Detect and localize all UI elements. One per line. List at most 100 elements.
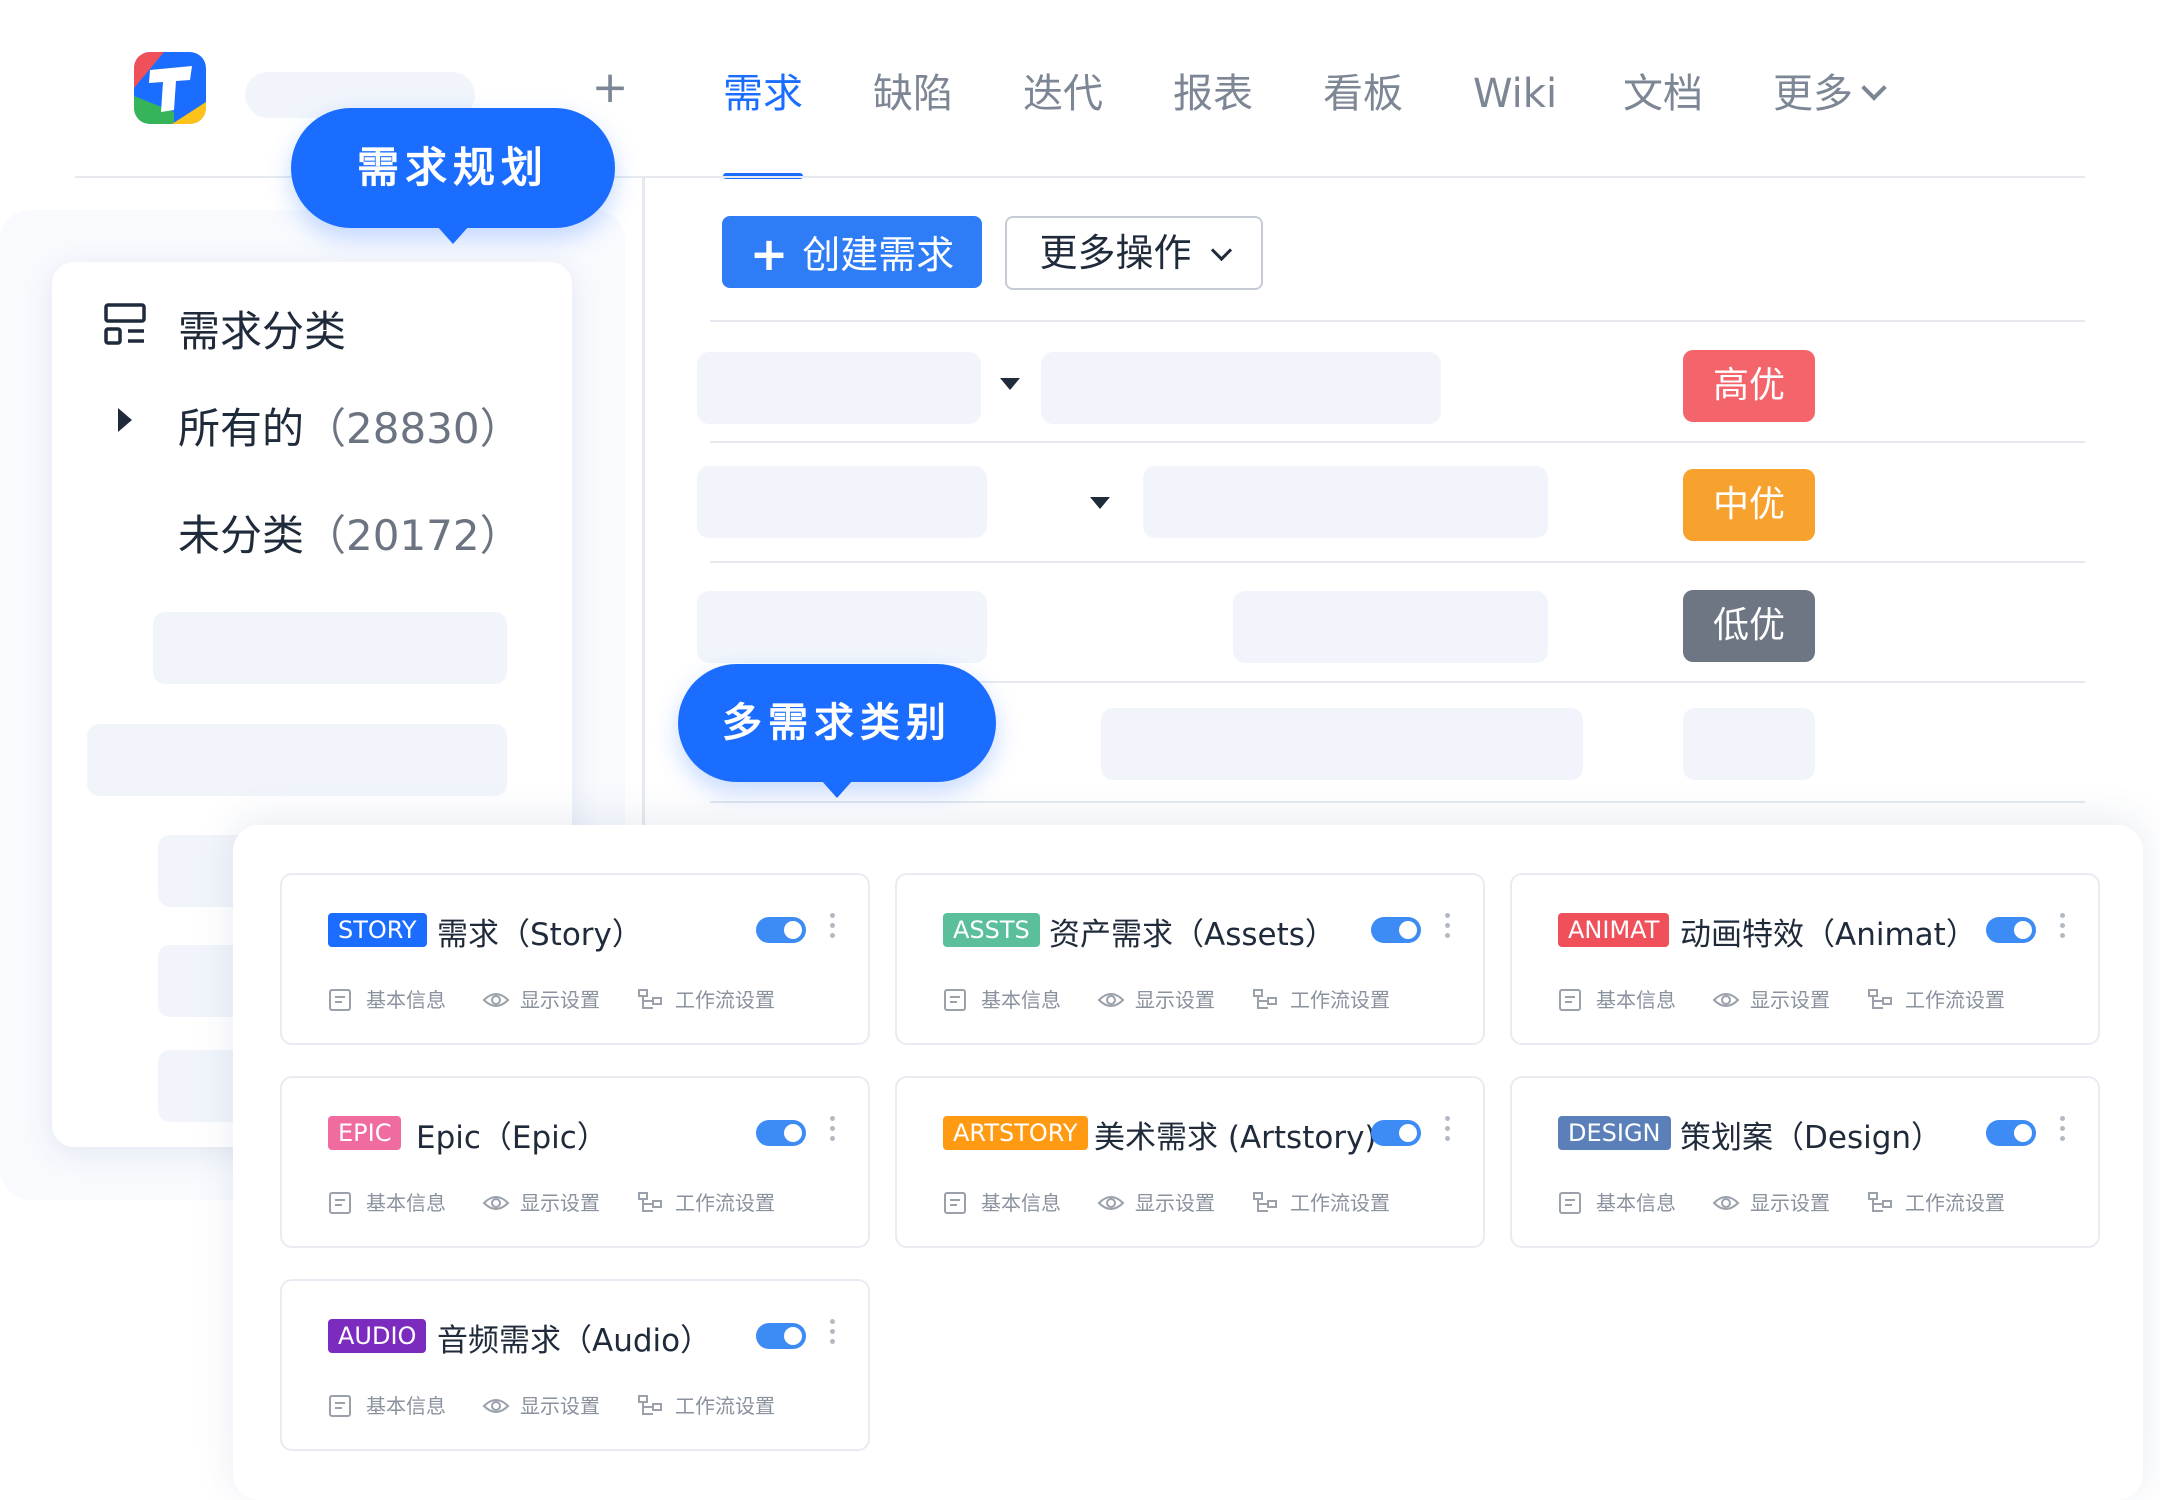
tab-more-label: 更多: [1773, 71, 1853, 117]
sidebar-item-label: 未分类: [178, 511, 305, 560]
category-name: Epic（Epic）: [416, 1120, 608, 1156]
category-card-assts[interactable]: ASSTS 资产需求（Assets） 基本信息 显示设置 工作流设置: [895, 873, 1485, 1045]
row-placeholder: [697, 591, 987, 663]
basic-info-label: 基本信息: [366, 1191, 446, 1215]
expand-caret-icon[interactable]: [118, 408, 132, 432]
category-title: 需求分类: [178, 307, 347, 356]
display-settings-label: 显示设置: [520, 988, 600, 1012]
basic-info-label: 基本信息: [981, 988, 1061, 1012]
kebab-menu-icon[interactable]: [830, 1319, 836, 1347]
row-divider: [710, 320, 2085, 322]
sidebar-item-all[interactable]: 所有的（28830）: [178, 395, 522, 456]
caret-down-icon[interactable]: [1090, 497, 1110, 509]
kebab-menu-icon[interactable]: [830, 1116, 836, 1144]
workflow-settings-label: 工作流设置: [675, 1191, 775, 1215]
row-divider: [710, 561, 2085, 563]
row-placeholder: [697, 352, 981, 424]
sidebar-item-uncategorized[interactable]: 未分类（20172）: [178, 502, 522, 563]
tab-iterations[interactable]: 迭代: [1023, 64, 1103, 124]
category-card-epic[interactable]: EPIC Epic（Epic） 基本信息 显示设置 工作流设置: [280, 1076, 870, 1248]
category-card-story[interactable]: STORY 需求（Story） 基本信息 显示设置 工作流设置: [280, 873, 870, 1045]
category-tag: ASSTS: [943, 913, 1040, 947]
category-enable-toggle[interactable]: [1986, 917, 2036, 943]
category-tag: EPIC: [328, 1116, 402, 1150]
kebab-menu-icon[interactable]: [2060, 1116, 2066, 1144]
basic-info-label: 基本信息: [1596, 988, 1676, 1012]
content-divider: [642, 178, 645, 828]
category-enable-toggle[interactable]: [1371, 1120, 1421, 1146]
more-actions-dropdown[interactable]: 更多操作: [1005, 216, 1263, 290]
kebab-menu-icon[interactable]: [2060, 913, 2066, 941]
workflow-settings-label: 工作流设置: [1290, 1191, 1390, 1215]
row-divider: [710, 441, 2085, 443]
create-requirement-button[interactable]: + 创建需求: [722, 216, 982, 288]
tab-more[interactable]: 更多: [1773, 64, 1887, 124]
category-name: 美术需求 (Artstory): [1094, 1120, 1377, 1156]
category-enable-toggle[interactable]: [1986, 1120, 2036, 1146]
tooltip-planning: 需求规划: [291, 108, 615, 244]
row-placeholder: [1041, 352, 1441, 424]
row-divider: [710, 801, 2085, 803]
category-name: 资产需求（Assets）: [1049, 917, 1336, 953]
more-actions-label: 更多操作: [1039, 231, 1192, 275]
priority-badge-high: 高优: [1683, 350, 1815, 422]
category-card-audio[interactable]: AUDIO 音频需求（Audio） 基本信息 显示设置 工作流设置: [280, 1279, 870, 1451]
sidebar-item-label: 所有的: [178, 404, 305, 453]
category-enable-toggle[interactable]: [756, 1323, 806, 1349]
category-card-design[interactable]: DESIGN 策划案（Design） 基本信息 显示设置 工作流设置: [1510, 1076, 2100, 1248]
category-enable-toggle[interactable]: [756, 917, 806, 943]
row-placeholder: [1233, 591, 1548, 663]
chevron-down-icon: [1861, 75, 1887, 101]
display-settings-label: 显示设置: [520, 1191, 600, 1215]
category-tag: STORY: [328, 913, 427, 947]
tab-reports[interactable]: 报表: [1173, 64, 1253, 124]
category-card-artstory[interactable]: ARTSTORY 美术需求 (Artstory) 基本信息 显示设置 工作流设置: [895, 1076, 1485, 1248]
basic-info-label: 基本信息: [981, 1191, 1061, 1215]
workflow-settings-label: 工作流设置: [1290, 988, 1390, 1012]
category-name: 音频需求（Audio）: [437, 1323, 712, 1359]
tab-docs[interactable]: 文档: [1623, 64, 1703, 124]
priority-badge-low: 低优: [1683, 590, 1815, 662]
category-tag: AUDIO: [328, 1319, 427, 1353]
tab-defects[interactable]: 缺陷: [873, 64, 953, 124]
display-settings-label: 显示设置: [1135, 1191, 1215, 1215]
basic-info-label: 基本信息: [366, 1394, 446, 1418]
display-settings-label: 显示设置: [1750, 1191, 1830, 1215]
tab-requirements[interactable]: 需求: [723, 64, 803, 124]
category-tag: DESIGN: [1558, 1116, 1671, 1150]
category-enable-toggle[interactable]: [756, 1120, 806, 1146]
category-layout-icon: [104, 303, 146, 349]
sidebar-placeholder: [87, 724, 507, 796]
plus-icon: +: [749, 227, 789, 281]
kebab-menu-icon[interactable]: [1445, 913, 1451, 941]
sidebar-placeholder: [153, 612, 507, 684]
row-placeholder: [1101, 708, 1583, 780]
kebab-menu-icon[interactable]: [1445, 1116, 1451, 1144]
display-settings-label: 显示设置: [1750, 988, 1830, 1012]
category-name: 需求（Story）: [437, 917, 643, 953]
add-tab-button[interactable]: +: [590, 66, 630, 110]
sidebar-item-count: （20172）: [304, 511, 522, 560]
workflow-settings-label: 工作流设置: [1905, 1191, 2005, 1215]
app-logo[interactable]: [134, 52, 206, 124]
row-placeholder: [1683, 708, 1815, 780]
workflow-settings-label: 工作流设置: [675, 1394, 775, 1418]
chevron-down-icon: [1210, 239, 1232, 262]
workflow-settings-label: 工作流设置: [675, 988, 775, 1012]
display-settings-label: 显示设置: [520, 1394, 600, 1418]
sidebar-item-count: （28830）: [304, 404, 522, 453]
tab-kanban[interactable]: 看板: [1323, 64, 1403, 124]
tab-wiki[interactable]: Wiki: [1473, 64, 1557, 124]
category-card-animat[interactable]: ANIMAT 动画特效（Animat） 基本信息 显示设置 工作流设置: [1510, 873, 2100, 1045]
category-tag: ARTSTORY: [943, 1116, 1088, 1150]
caret-down-icon[interactable]: [1000, 378, 1020, 390]
row-placeholder: [1143, 466, 1548, 538]
basic-info-label: 基本信息: [366, 988, 446, 1012]
kebab-menu-icon[interactable]: [830, 913, 836, 941]
category-enable-toggle[interactable]: [1371, 917, 1421, 943]
workflow-settings-label: 工作流设置: [1905, 988, 2005, 1012]
category-tag: ANIMAT: [1558, 913, 1670, 947]
tooltip-multi-category: 多需求类别: [678, 664, 996, 798]
category-name: 动画特效（Animat）: [1680, 917, 1977, 953]
display-settings-label: 显示设置: [1135, 988, 1215, 1012]
